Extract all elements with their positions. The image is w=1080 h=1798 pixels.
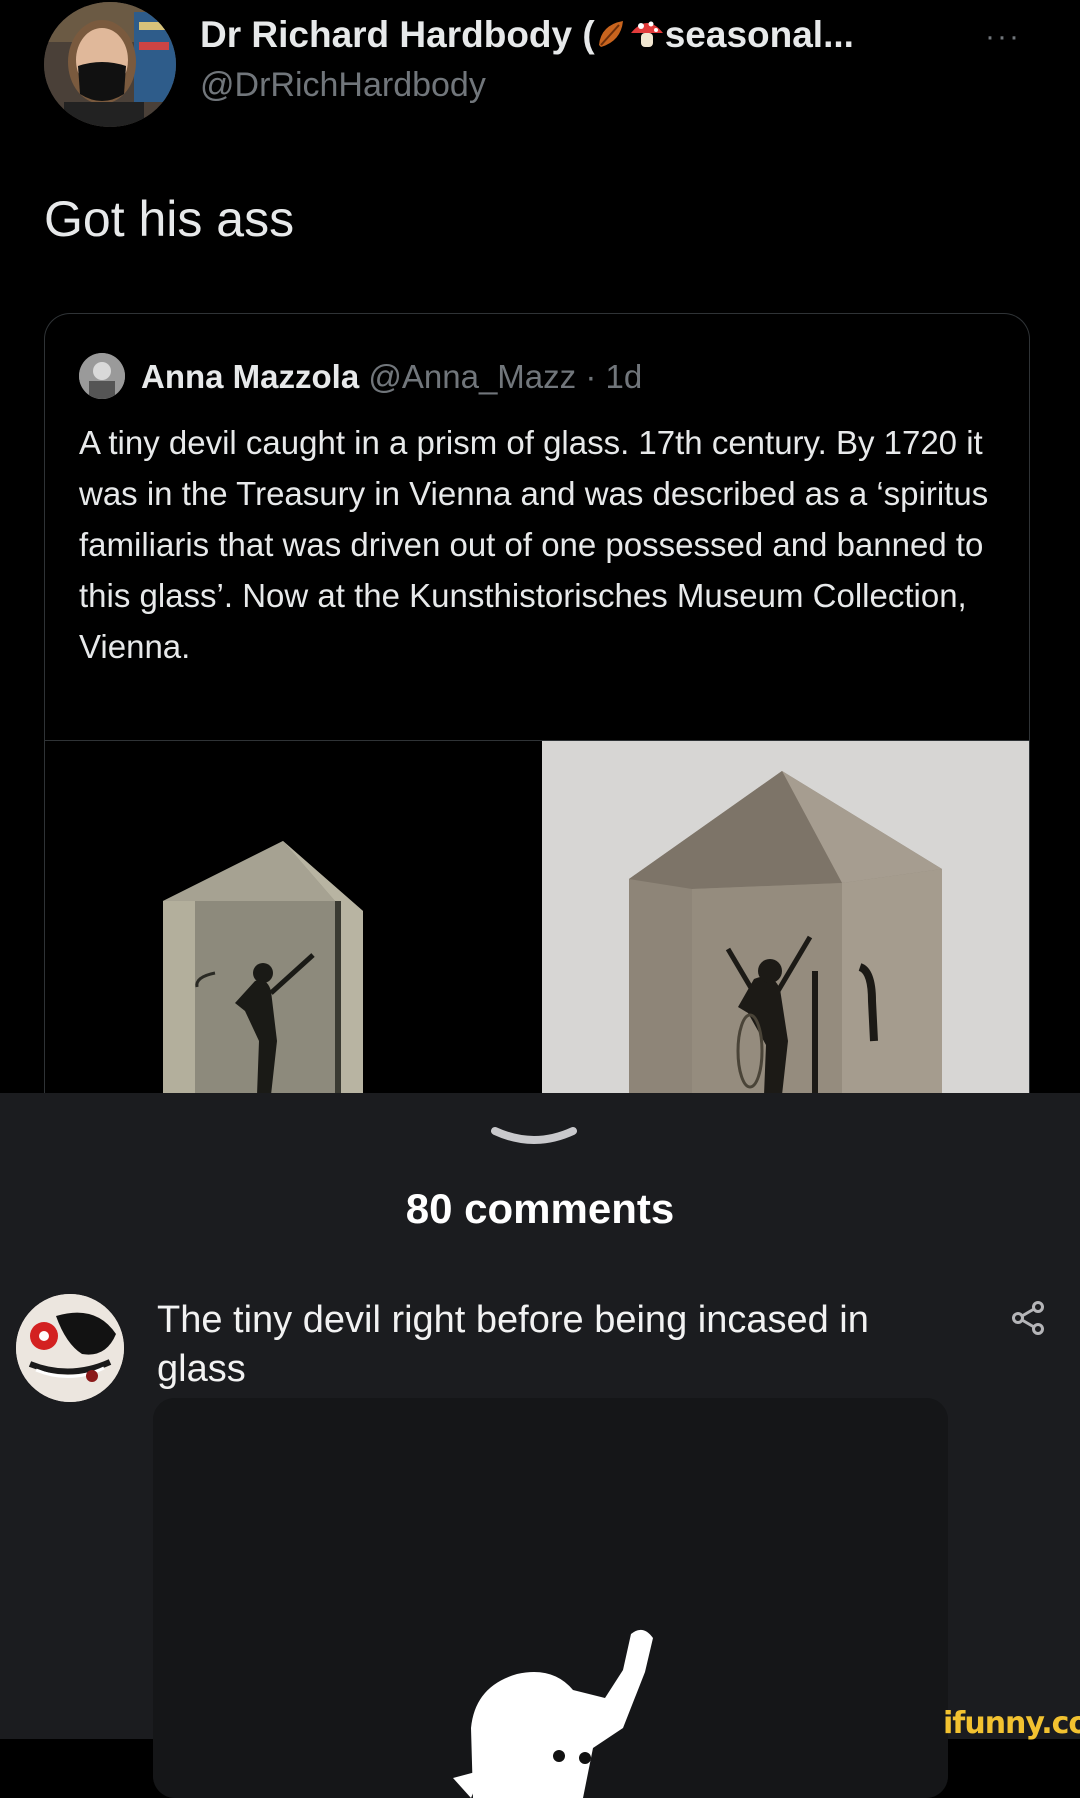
collapse-chevron-icon[interactable] <box>489 1125 579 1151</box>
mushroom-icon <box>629 15 665 60</box>
header-separator: · <box>585 358 597 395</box>
quoted-author-name[interactable]: Anna Mazzola <box>141 358 359 395</box>
leaf-icon <box>595 17 629 60</box>
quoted-author-handle[interactable]: @Anna_Mazz <box>368 358 576 395</box>
quoted-tweet-header: Anna Mazzola @Anna_Mazz · 1d <box>141 358 642 396</box>
commenter-avatar[interactable] <box>16 1294 124 1402</box>
comment-image[interactable] <box>153 1398 948 1798</box>
quoted-tweet-card[interactable]: Anna Mazzola @Anna_Mazz · 1d A tiny devi… <box>44 313 1030 1094</box>
author-avatar[interactable] <box>44 2 176 127</box>
author-handle[interactable]: @DrRichHardbody <box>200 66 486 105</box>
quoted-tweet-media[interactable] <box>45 740 1029 1094</box>
glass-prism-photo-left[interactable] <box>45 741 535 1094</box>
quoted-tweet-text: A tiny devil caught in a prism of glass.… <box>79 424 989 665</box>
glass-prism-photo-right[interactable] <box>542 741 1029 1094</box>
share-icon[interactable] <box>1012 1301 1046 1335</box>
ifunny-watermark: ifunny.co <box>943 1706 1080 1741</box>
comments-count: 80 comments <box>405 1185 675 1232</box>
author-display-name[interactable]: Dr Richard Hardbody (seasonal... <box>200 14 854 60</box>
tweet-text: Got his ass <box>44 191 295 247</box>
comment-text: The tiny devil right before being incase… <box>157 1299 869 1390</box>
comments-sheet: 80 comments The tiny devil right before … <box>0 1093 1080 1798</box>
quoted-tweet-time[interactable]: 1d <box>605 358 642 395</box>
more-options-icon[interactable]: ··· <box>985 20 1021 54</box>
quoted-author-avatar[interactable] <box>79 353 125 399</box>
